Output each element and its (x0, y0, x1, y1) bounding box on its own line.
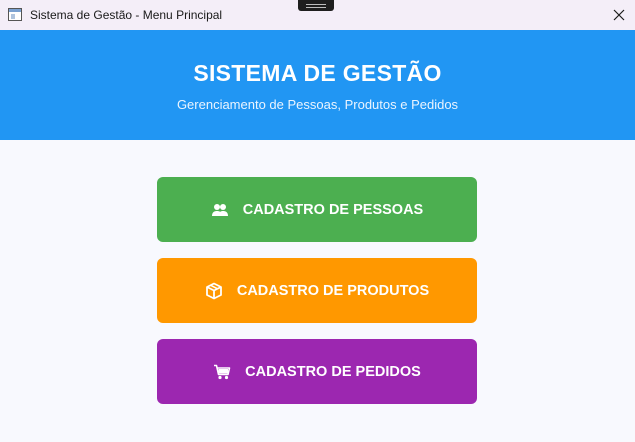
window-title: Sistema de Gestão - Menu Principal (30, 8, 223, 22)
cadastro-pedidos-button[interactable]: CADASTRO DE PEDIDOS (157, 339, 477, 404)
app-window-icon (8, 8, 22, 21)
cadastro-produtos-button[interactable]: CADASTRO DE PRODUTOS (157, 258, 477, 323)
title-bar[interactable]: Sistema de Gestão - Menu Principal (0, 0, 635, 30)
cadastro-pessoas-label: CADASTRO DE PESSOAS (242, 201, 424, 218)
page-subtitle: Gerenciamento de Pessoas, Produtos e Ped… (176, 97, 459, 112)
box-icon (205, 282, 223, 300)
shopping-cart-icon (213, 363, 231, 381)
cadastro-produtos-label: CADASTRO DE PRODUTOS (236, 282, 430, 299)
cadastro-pessoas-button[interactable]: CADASTRO DE PESSOAS (157, 177, 477, 242)
app-window: Sistema de Gestão - Menu Principal SISTE… (0, 0, 635, 442)
header-banner: SISTEMA DE GESTÃO Gerenciamento de Pesso… (0, 30, 635, 140)
close-button[interactable] (602, 0, 635, 30)
close-icon (613, 9, 624, 21)
people-icon (211, 201, 229, 219)
snap-layout-handle[interactable] (298, 0, 334, 11)
page-title: SISTEMA DE GESTÃO (193, 60, 442, 86)
cadastro-pedidos-label: CADASTRO DE PEDIDOS (245, 363, 421, 380)
